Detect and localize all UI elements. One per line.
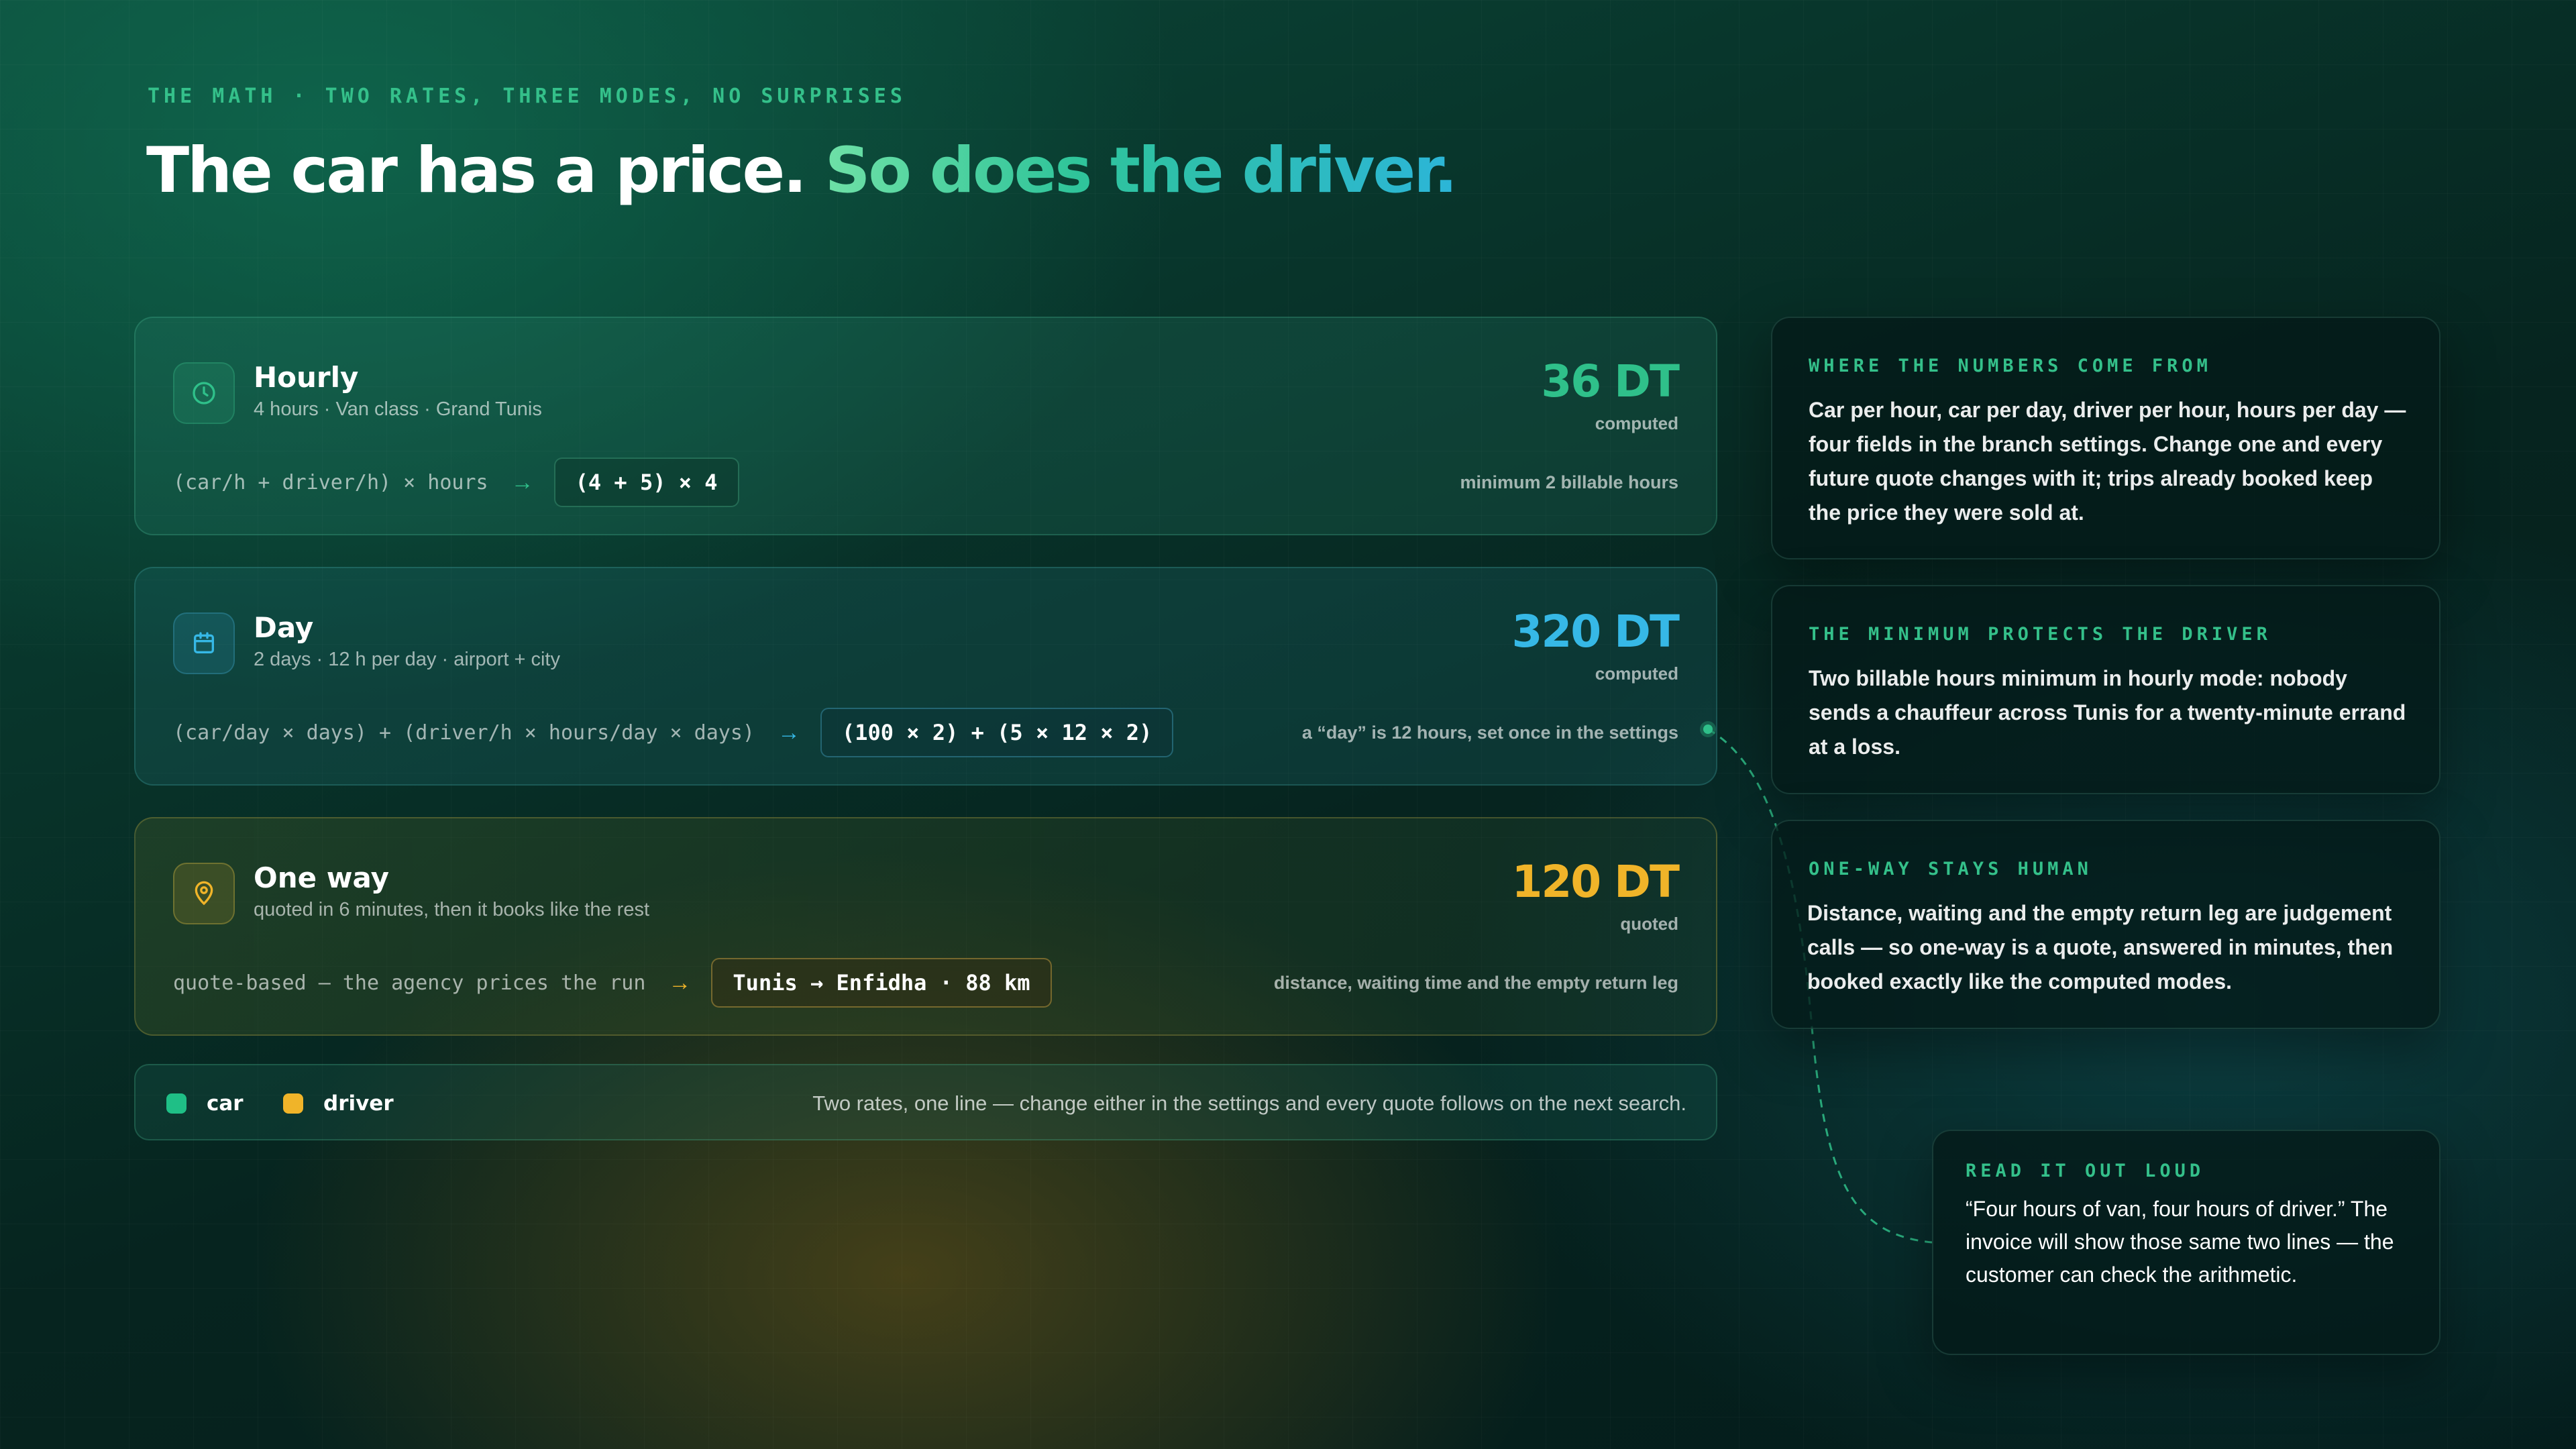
note-label: ONE-WAY STAYS HUMAN bbox=[1809, 859, 2092, 879]
note-label: WHERE THE NUMBERS COME FROM bbox=[1809, 356, 2212, 376]
note-numbers-source: WHERE THE NUMBERS COME FROM Car per hour… bbox=[1771, 317, 2440, 559]
note-body: Distance, waiting and the empty return l… bbox=[1807, 901, 2394, 994]
note-body: Car per hour, car per day, driver per ho… bbox=[1809, 398, 2406, 525]
note-body: “Four hours of van, four hours of driver… bbox=[1966, 1197, 2394, 1287]
note-read-aloud: READ IT OUT LOUD “Four hours of van, fou… bbox=[1932, 1130, 2440, 1355]
note-label: THE MINIMUM PROTECTS THE DRIVER bbox=[1809, 624, 2271, 645]
note-minimum: THE MINIMUM PROTECTS THE DRIVER Two bill… bbox=[1771, 585, 2440, 794]
note-body: Two billable hours minimum in hourly mod… bbox=[1809, 666, 2406, 759]
note-one-way: ONE-WAY STAYS HUMAN Distance, waiting an… bbox=[1771, 820, 2440, 1029]
note-label: READ IT OUT LOUD bbox=[1966, 1161, 2205, 1181]
